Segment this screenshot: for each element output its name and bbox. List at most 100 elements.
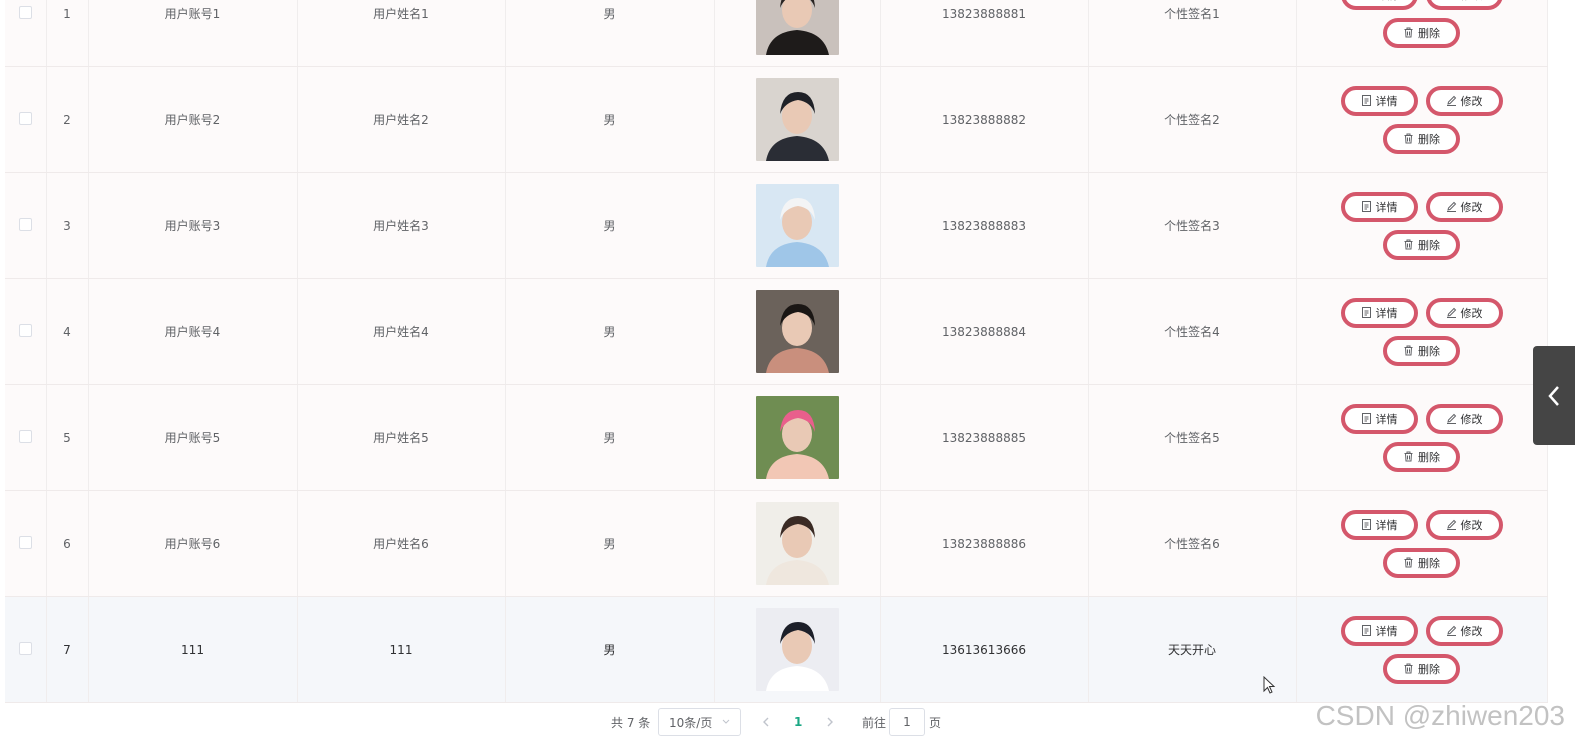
delete-button[interactable]: 删除: [1383, 335, 1460, 366]
user-phone: 13823888886: [880, 490, 1089, 597]
user-phone: 13823888885: [880, 384, 1089, 491]
user-gender: 男: [505, 0, 715, 67]
document-icon: [1361, 625, 1371, 636]
trash-icon: [1404, 133, 1413, 144]
chevron-left-icon: [1548, 385, 1559, 406]
avatar[interactable]: [755, 184, 839, 267]
row-actions: 详情 修改 删除: [1296, 596, 1548, 703]
page-number-current[interactable]: 1: [794, 708, 802, 736]
user-name: 用户姓名6: [297, 490, 506, 597]
edit-button[interactable]: 修改: [1425, 403, 1503, 434]
delete-button[interactable]: 删除: [1383, 653, 1460, 684]
detail-button-label: 详情: [1376, 0, 1398, 3]
avatar[interactable]: [755, 290, 839, 373]
edit-button[interactable]: 修改: [1425, 85, 1503, 116]
prev-page-button[interactable]: [762, 708, 770, 736]
row-checkbox[interactable]: [18, 111, 32, 125]
edit-button[interactable]: 修改: [1425, 509, 1503, 540]
edit-button-label: 修改: [1460, 306, 1483, 320]
detail-button[interactable]: 详情: [1340, 509, 1418, 540]
trash-icon: [1404, 239, 1413, 250]
edit-button[interactable]: 修改: [1425, 297, 1503, 328]
table-row: 6 用户账号6 用户姓名6 男 13823888886 个性签名6 详情 修改 …: [5, 490, 1548, 597]
user-account: 用户账号1: [88, 0, 298, 67]
avatar[interactable]: [755, 78, 839, 161]
delete-button[interactable]: 删除: [1383, 123, 1460, 154]
user-signature: 个性签名5: [1088, 384, 1297, 491]
user-name: 用户姓名5: [297, 384, 506, 491]
detail-button[interactable]: 详情: [1340, 85, 1418, 116]
row-checkbox-cell: [5, 0, 47, 67]
detail-button-label: 详情: [1375, 94, 1398, 108]
delete-button-label: 删除: [1418, 132, 1440, 146]
side-collapse-tab[interactable]: [1533, 346, 1575, 445]
user-signature: 个性签名2: [1088, 66, 1297, 173]
delete-button[interactable]: 删除: [1383, 17, 1460, 48]
trash-icon: [1404, 557, 1413, 568]
detail-button-label: 详情: [1375, 624, 1398, 638]
detail-button[interactable]: 详情: [1340, 0, 1418, 10]
goto-page-input[interactable]: 1: [889, 708, 925, 736]
pencil-icon: [1446, 95, 1456, 106]
pencil-icon: [1446, 307, 1456, 318]
avatar-cell: [714, 278, 881, 385]
row-checkbox-cell: [5, 66, 47, 173]
next-page-button[interactable]: [826, 708, 834, 736]
chevron-right-icon: [827, 717, 833, 727]
detail-button[interactable]: 详情: [1340, 403, 1418, 434]
detail-button-label: 详情: [1375, 518, 1398, 532]
table-row: 2 用户账号2 用户姓名2 男 13823888882 个性签名2 详情 修改 …: [5, 66, 1548, 173]
row-actions: 详情 修改 删除: [1296, 490, 1548, 597]
user-signature: 个性签名1: [1088, 0, 1297, 67]
pencil-icon: [1446, 625, 1456, 636]
edit-button-label: 修改: [1460, 200, 1483, 214]
delete-button-label: 删除: [1418, 238, 1440, 252]
edit-button[interactable]: 修改: [1425, 191, 1503, 222]
page-size-select[interactable]: 10条/页: [658, 708, 741, 736]
row-index: 5: [46, 384, 89, 491]
user-gender: 男: [505, 384, 715, 491]
avatar-cell: [714, 490, 881, 597]
user-gender: 男: [505, 172, 715, 279]
table-row: 1 用户账号1 用户姓名1 男 13823888881 个性签名1 详情: [5, 0, 1548, 67]
table-row: 7 111 111 男 13613613666 天天开心 详情 修改 删除: [5, 596, 1548, 703]
detail-button-label: 详情: [1375, 200, 1398, 214]
detail-button-label: 详情: [1375, 306, 1398, 320]
delete-button-label: 删除: [1418, 450, 1440, 464]
user-phone: 13823888884: [880, 278, 1089, 385]
edit-button[interactable]: 修改: [1425, 0, 1503, 10]
table-row: 3 用户账号3 用户姓名3 男 13823888883 个性签名3 详情 修改 …: [5, 172, 1548, 279]
avatar[interactable]: [755, 396, 839, 479]
detail-button-label: 详情: [1375, 412, 1398, 426]
user-account: 用户账号6: [88, 490, 298, 597]
avatar[interactable]: [755, 0, 839, 55]
user-gender: 男: [505, 596, 715, 703]
row-checkbox[interactable]: [18, 641, 32, 655]
row-checkbox[interactable]: [18, 323, 32, 337]
edit-button-label: 修改: [1460, 94, 1483, 108]
avatar-cell: [714, 384, 881, 491]
avatar[interactable]: [755, 608, 839, 691]
user-phone: 13613613666: [880, 596, 1089, 703]
delete-button[interactable]: 删除: [1383, 441, 1460, 472]
user-signature: 个性签名3: [1088, 172, 1297, 279]
user-name: 111: [297, 596, 506, 703]
delete-button[interactable]: 删除: [1383, 547, 1460, 578]
edit-button-label: 修改: [1460, 412, 1483, 426]
avatar-cell: [714, 172, 881, 279]
detail-button[interactable]: 详情: [1340, 191, 1418, 222]
row-checkbox[interactable]: [18, 429, 32, 443]
row-checkbox[interactable]: [18, 5, 32, 19]
avatar[interactable]: [755, 502, 839, 585]
edit-button-label: 修改: [1460, 518, 1483, 532]
delete-button[interactable]: 删除: [1383, 229, 1460, 260]
row-checkbox[interactable]: [18, 217, 32, 231]
detail-button[interactable]: 详情: [1340, 297, 1418, 328]
user-signature: 个性签名4: [1088, 278, 1297, 385]
user-name: 用户姓名4: [297, 278, 506, 385]
row-checkbox[interactable]: [18, 535, 32, 549]
detail-button[interactable]: 详情: [1340, 615, 1418, 646]
delete-button-label: 删除: [1418, 662, 1440, 676]
user-signature: 个性签名6: [1088, 490, 1297, 597]
edit-button[interactable]: 修改: [1425, 615, 1503, 646]
